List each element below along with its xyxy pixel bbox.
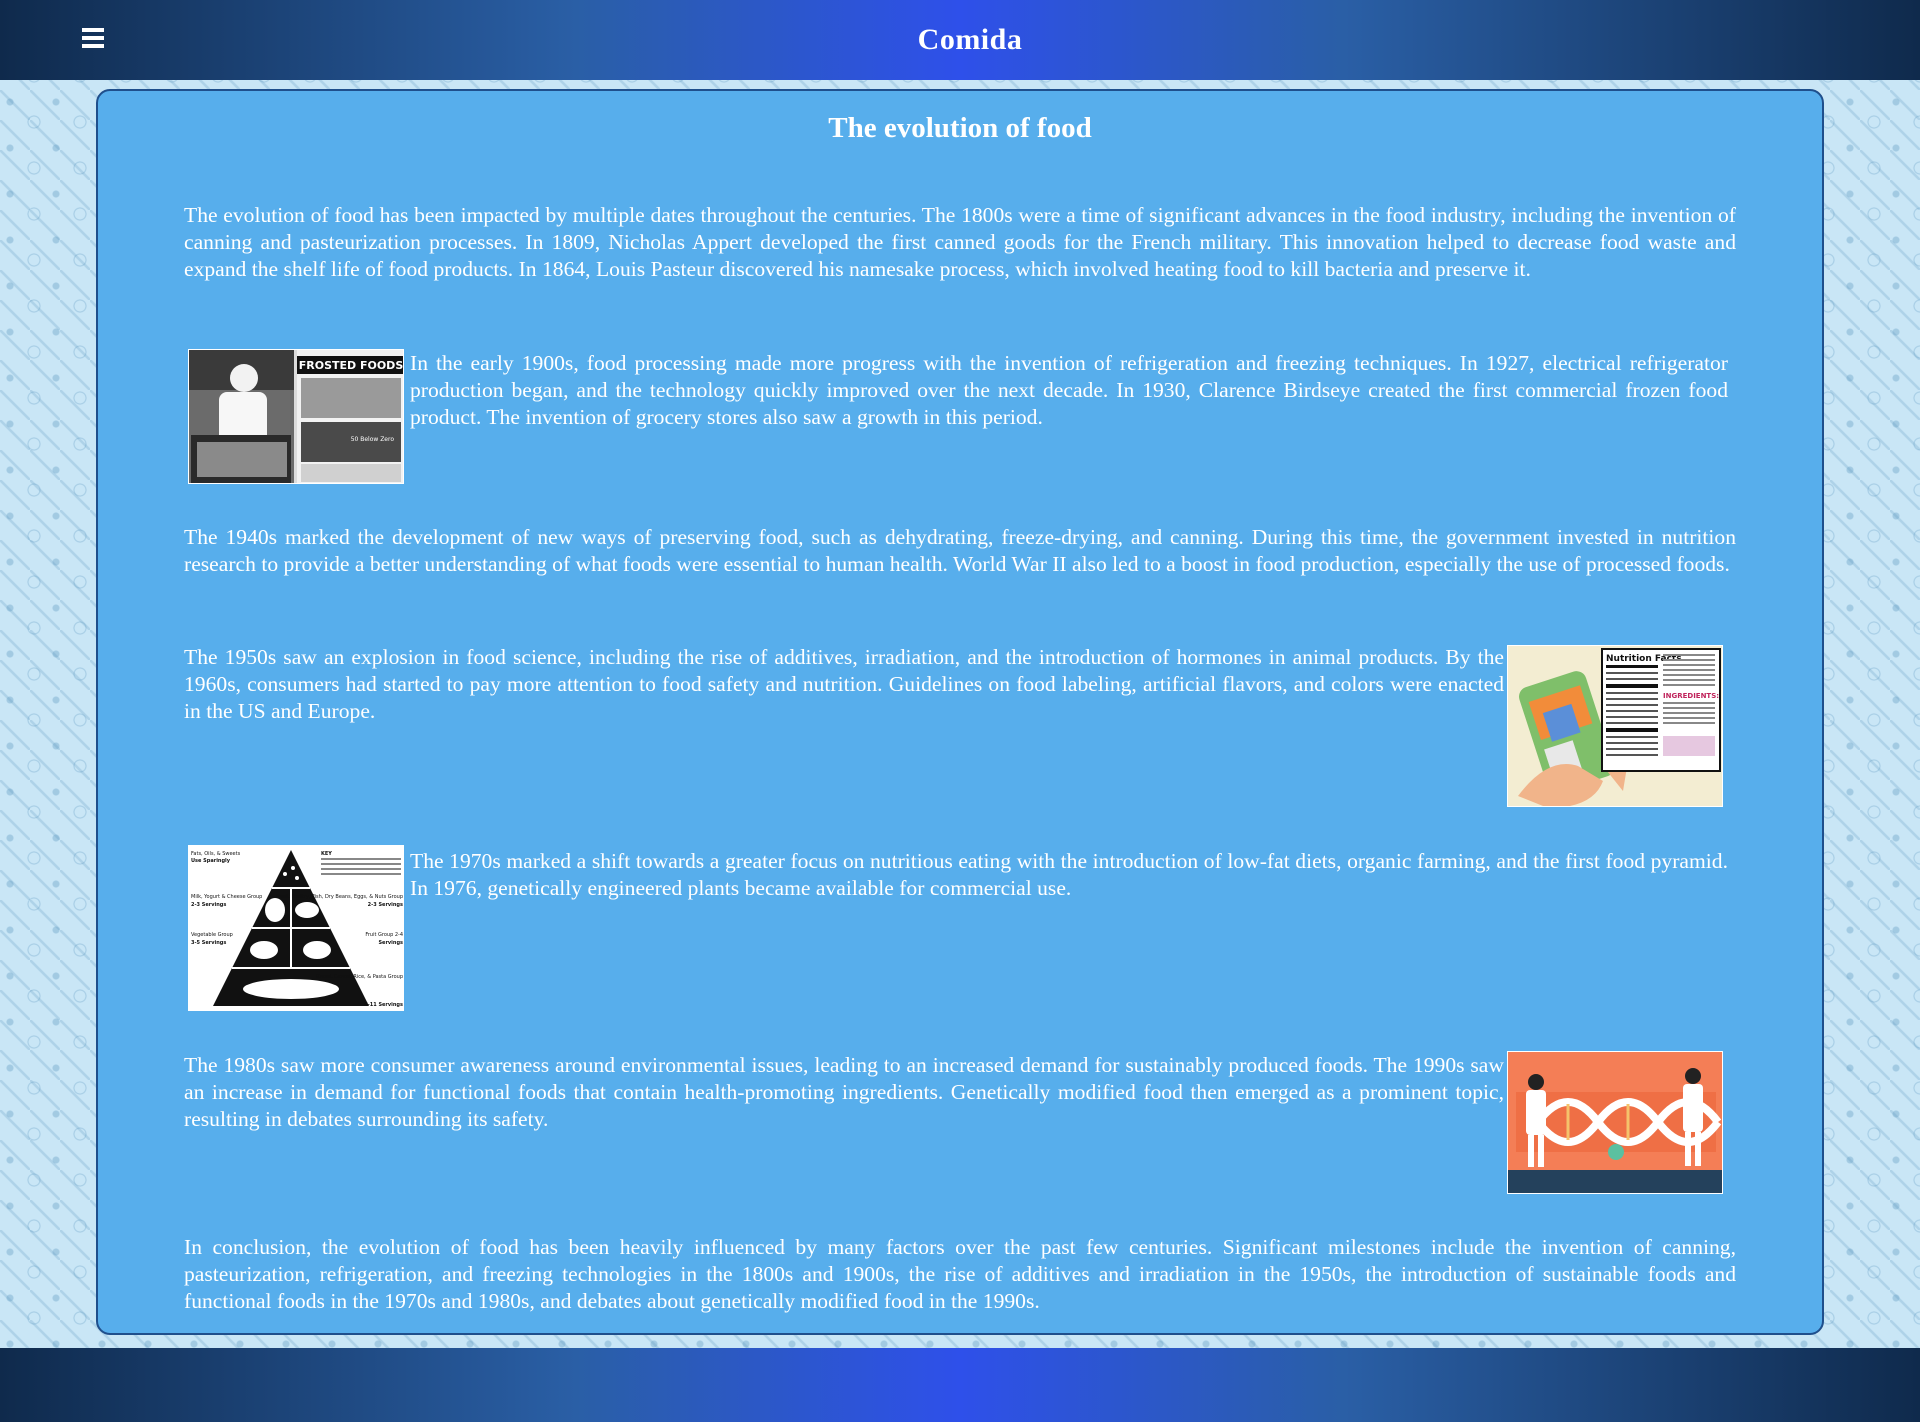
footer-bar	[0, 1348, 1920, 1422]
gmo-dna-illustration-image	[1507, 1051, 1723, 1194]
pyramid-meat-servings: 2-3 Servings	[368, 902, 403, 908]
frozen-food-store-image: FROSTED FOODS 50 Below Zero	[188, 349, 404, 484]
pyramid-meat-label: Meat, Poultry, Fish, Dry Beans, Eggs, & …	[276, 894, 403, 900]
pyramid-bread-label: Bread, Cereal, Rice, & Pasta Group	[316, 974, 403, 980]
frozen-foods-sign-text: FROSTED FOODS	[299, 359, 404, 372]
paragraph-1800s: The evolution of food has been impacted …	[184, 203, 1736, 281]
paragraph-1900s: In the early 1900s, food processing made…	[410, 351, 1728, 429]
food-pyramid-image: Fats, Oils, & Sweets Use Sparingly KEY M…	[188, 845, 404, 1011]
paragraph-1940s: The 1940s marked the development of new …	[184, 525, 1736, 576]
pyramid-fats-sub-label: Use Sparingly	[191, 858, 231, 864]
site-title: Comida	[917, 23, 1023, 56]
gmo-dna-illustration	[1508, 1052, 1722, 1193]
pyramid-bread-servings: 6-11 Servings	[364, 1002, 403, 1008]
pyramid-milk-label: Milk, Yogurt & Cheese Group	[191, 894, 262, 900]
food-pyramid-illustration: Fats, Oils, & Sweets Use Sparingly KEY M…	[189, 846, 403, 1010]
frozen-food-store-illustration: FROSTED FOODS 50 Below Zero	[189, 350, 404, 483]
frozen-foods-price-text: 50 Below Zero	[351, 436, 395, 443]
paragraph-1980s-1990s: The 1980s saw more consumer awareness ar…	[184, 1053, 1504, 1131]
nutrition-label-image: Nutrition Facts INGREDIENTS:	[1507, 645, 1723, 807]
article-title: The evolution of food	[828, 112, 1092, 144]
pyramid-fruit-servings: Servings	[378, 940, 403, 946]
paragraph-conclusion: In conclusion, the evolution of food has…	[184, 1235, 1736, 1313]
top-navigation-bar: Comida	[0, 0, 1920, 80]
pyramid-veg-servings: 3-5 Servings	[191, 940, 226, 946]
pyramid-milk-servings: 2-3 Servings	[191, 902, 226, 908]
pyramid-key-label: KEY	[321, 851, 332, 857]
pyramid-fats-label: Fats, Oils, & Sweets	[191, 851, 241, 857]
pyramid-veg-label: Vegetable Group	[191, 932, 233, 938]
paragraph-1950s: The 1950s saw an explosion in food scien…	[184, 645, 1504, 723]
nutrition-label-illustration: Nutrition Facts INGREDIENTS:	[1508, 646, 1722, 806]
paragraph-1970s: The 1970s marked a shift towards a great…	[410, 849, 1728, 900]
ingredients-label-text: INGREDIENTS:	[1663, 692, 1719, 700]
pyramid-fruit-label: Fruit Group 2-4	[365, 932, 403, 938]
